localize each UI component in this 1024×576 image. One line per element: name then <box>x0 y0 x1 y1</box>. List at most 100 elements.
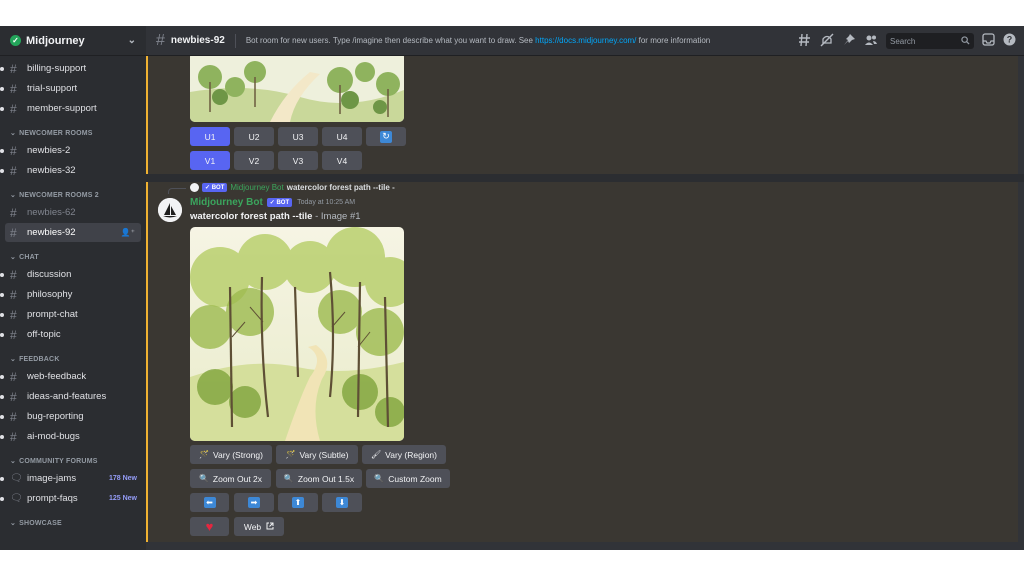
category-newcomer-rooms-2[interactable]: ⌄ NEWCOMER ROOMS 2 <box>5 188 141 202</box>
bot-badge: ✓ BOT <box>266 198 293 207</box>
channel-newbies-92[interactable]: # newbies-92 👤⁺ <box>5 223 141 242</box>
help-icon[interactable]: ? <box>1003 33 1016 49</box>
zoom-out-1-5x-button[interactable]: 🔍 Zoom Out 1.5x <box>276 469 362 488</box>
pan-left-button[interactable]: ⬅ <box>190 493 229 512</box>
docs-link[interactable]: https://docs.midjourney.com/ <box>535 36 636 45</box>
chevron-down-icon[interactable]: ⌄ <box>128 35 136 46</box>
zoom-out-2x-button[interactable]: 🔍 Zoom Out 2x <box>190 469 271 488</box>
prompt-text: watercolor forest path --tile <box>190 211 313 222</box>
unread-dot <box>0 168 4 173</box>
upscale-button-4[interactable]: U4 <box>322 127 362 146</box>
bot-avatar-mini <box>190 183 199 192</box>
channel-billing-support[interactable]: # billing-support <box>0 59 141 78</box>
web-link-button[interactable]: Web <box>234 517 284 536</box>
message-upscaled-result: ✓ BOT Midjourney Bot watercolor forest p… <box>146 182 1018 542</box>
arrow-up-icon: ⬆ <box>292 497 304 508</box>
message-header: Midjourney Bot ✓ BOT Today at 10:25 AM <box>190 197 355 208</box>
forum-image-jams[interactable]: 🗨 image-jams 178 New <box>0 469 141 488</box>
channel-member-support[interactable]: # member-support <box>0 99 141 118</box>
channel-bug-reporting[interactable]: # bug-reporting <box>0 407 141 426</box>
channel-label: bug-reporting <box>27 411 84 422</box>
variation-button-1[interactable]: V1 <box>190 151 230 170</box>
generated-image-grid[interactable] <box>190 56 404 122</box>
pan-right-button[interactable]: ➡ <box>234 493 274 512</box>
magnifier-icon: 🔍 <box>374 474 385 483</box>
channel-newbies-62[interactable]: # newbies-62 <box>5 203 141 222</box>
magnifier-icon: 🔍 <box>283 474 294 483</box>
button-label: Vary (Subtle) <box>299 449 349 460</box>
reroll-button[interactable]: ↻ <box>366 127 406 146</box>
bot-badge: ✓ BOT <box>202 183 228 192</box>
variation-button-2[interactable]: V2 <box>234 151 274 170</box>
channel-trial-support[interactable]: # trial-support <box>0 79 141 98</box>
pan-down-button[interactable]: ⬇ <box>322 493 362 512</box>
forum-prompt-faqs[interactable]: 🗨 prompt-faqs 125 New <box>0 489 141 508</box>
vary-region-button[interactable]: 🖌 Vary (Region) <box>362 445 446 464</box>
new-posts-badge: 125 New <box>108 495 137 502</box>
pan-up-button[interactable]: ⬆ <box>278 493 318 512</box>
verified-icon: ✓ <box>10 35 21 46</box>
message-grid-result: U1 U2 U3 U4 ↻ V1 V2 V3 V4 <box>146 56 1018 174</box>
reply-author[interactable]: Midjourney Bot <box>230 183 283 192</box>
category-feedback[interactable]: ⌄ FEEDBACK <box>5 352 141 366</box>
hash-icon: # <box>10 61 17 76</box>
upscale-button-1[interactable]: U1 <box>190 127 230 146</box>
hash-icon: # <box>10 267 17 282</box>
channel-label: billing-support <box>27 63 87 74</box>
header-toolbar: Search ? <box>798 26 1016 56</box>
variation-button-4[interactable]: V4 <box>322 151 362 170</box>
hash-icon: # <box>10 409 17 424</box>
server-header[interactable]: ✓ Midjourney ⌄ <box>0 26 146 56</box>
forum-icon: 🗨 <box>10 473 23 484</box>
category-newcomer-rooms[interactable]: ⌄ NEWCOMER ROOMS <box>5 126 141 140</box>
channel-sidebar: ✓ Midjourney ⌄ # billing-support # trial… <box>0 26 146 550</box>
upscale-button-3[interactable]: U3 <box>278 127 318 146</box>
arrow-down-icon: ⬇ <box>336 497 348 508</box>
svg-text:?: ? <box>1007 35 1013 45</box>
reply-reference[interactable]: ✓ BOT Midjourney Bot watercolor forest p… <box>190 183 395 192</box>
vary-subtle-button[interactable]: 🪄 Vary (Subtle) <box>276 445 358 464</box>
category-community-forums[interactable]: ⌄ COMMUNITY FORUMS <box>5 454 141 468</box>
pin-icon[interactable] <box>842 33 856 50</box>
channel-ai-mod-bugs[interactable]: # ai-mod-bugs <box>0 427 141 446</box>
channel-ideas-and-features[interactable]: # ideas-and-features <box>0 387 141 406</box>
chevron-down-icon: ⌄ <box>10 458 17 465</box>
category-chat[interactable]: ⌄ CHAT <box>5 250 141 264</box>
channel-web-feedback[interactable]: # web-feedback <box>0 367 141 386</box>
upscale-button-2[interactable]: U2 <box>234 127 274 146</box>
threads-icon[interactable] <box>798 33 812 50</box>
reroll-icon: ↻ <box>380 130 392 143</box>
custom-zoom-button[interactable]: 🔍 Custom Zoom <box>366 469 450 488</box>
hash-icon: # <box>10 205 17 220</box>
channel-newbies-32[interactable]: # newbies-32 <box>0 161 141 180</box>
channel-label: newbies-62 <box>27 207 76 218</box>
channel-header: # newbies-92 Bot room for new users. Typ… <box>146 26 1024 56</box>
avatar[interactable] <box>158 198 182 222</box>
topic-text: Bot room for new users. Type /imagine th… <box>245 36 536 45</box>
channel-prompt-chat[interactable]: # prompt-chat <box>0 305 141 324</box>
unread-dot <box>0 272 4 277</box>
upscaled-image[interactable] <box>190 227 404 441</box>
hash-icon: # <box>10 369 17 384</box>
message-content: watercolor forest path --tile - Image #1 <box>190 211 361 222</box>
author-name[interactable]: Midjourney Bot <box>190 197 263 208</box>
channel-newbies-2[interactable]: # newbies-2 <box>0 141 141 160</box>
brush-icon: 🖌 <box>371 450 382 459</box>
unread-dot <box>0 496 4 501</box>
category-showcase[interactable]: ⌄ SHOWCASE <box>5 516 141 530</box>
channel-discussion[interactable]: # discussion <box>0 265 141 284</box>
variation-button-3[interactable]: V3 <box>278 151 318 170</box>
channel-philosophy[interactable]: # philosophy <box>0 285 141 304</box>
search-input[interactable]: Search <box>886 33 974 49</box>
inbox-icon[interactable] <box>982 33 995 49</box>
member-list-icon[interactable] <box>864 33 878 50</box>
channel-off-topic[interactable]: # off-topic <box>0 325 141 344</box>
favorite-button[interactable]: ♥ <box>190 517 229 536</box>
channel-label: ai-mod-bugs <box>27 431 80 442</box>
unread-dot <box>0 434 4 439</box>
notifications-muted-icon[interactable] <box>820 33 834 50</box>
divider <box>234 33 236 48</box>
add-member-icon[interactable]: 👤⁺ <box>121 228 135 237</box>
server-name: Midjourney <box>26 34 85 47</box>
vary-strong-button[interactable]: 🪄 Vary (Strong) <box>190 445 272 464</box>
